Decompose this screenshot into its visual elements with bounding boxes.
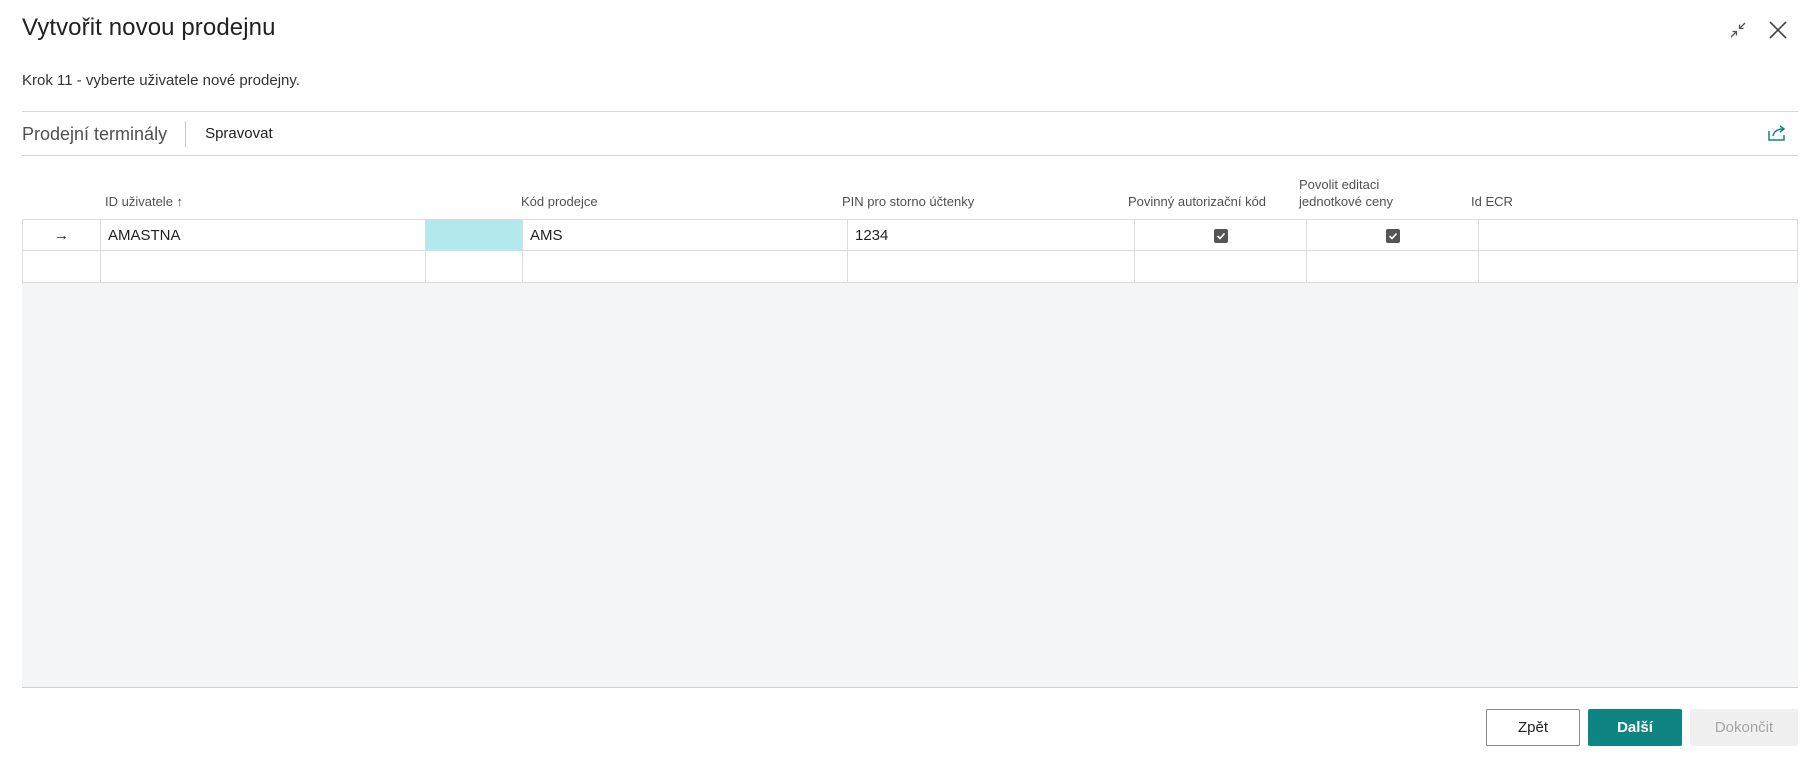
column-header-auth-code-required[interactable]: Povinný autorizační kód [1128,193,1266,210]
cell-ecr-id[interactable] [1479,220,1798,251]
column-header-ecr-id[interactable]: Id ECR [1471,193,1513,210]
column-header-allow-unit-price-edit[interactable]: Povolit editaci jednotkové ceny [1299,176,1393,210]
divider [22,155,1798,156]
finish-button: Dokončit [1690,709,1798,746]
cell-allow-unit-price-edit [1307,220,1479,251]
column-label-line: jednotkové ceny [1299,194,1393,209]
row-marker[interactable] [22,251,101,282]
column-label-line: Povolit editaci [1299,177,1380,192]
cell-ecr-id[interactable] [1479,251,1798,282]
cell-salesperson-code[interactable]: AMS [523,220,848,251]
back-button[interactable]: Zpět [1486,709,1580,746]
part-title: Prodejní terminály [22,120,187,147]
auth-code-required-checkbox[interactable] [1213,228,1228,243]
cell-allow-unit-price-edit[interactable] [1307,251,1479,282]
grid-header: ID uživatele ↑ Kód prodejce PIN pro stor… [22,169,1798,219]
next-button[interactable]: Další [1588,709,1682,746]
row-marker-arrow-icon[interactable]: → [22,220,101,251]
part-header: Prodejní terminály Spravovat [22,112,1798,155]
manage-action[interactable]: Spravovat [186,125,273,142]
cell-void-pin[interactable]: 1234 [848,220,1135,251]
close-icon[interactable] [1764,16,1792,44]
sort-ascending-icon: ↑ [176,194,184,209]
column-header-user-id[interactable]: ID uživatele ↑ [105,193,183,210]
table-row[interactable]: → AMASTNA AMS 1234 [22,219,1798,251]
allow-unit-price-edit-checkbox[interactable] [1385,228,1400,243]
share-icon[interactable] [1766,122,1790,146]
cell-user-lookup[interactable] [426,220,523,251]
cell-user-id[interactable]: AMASTNA [101,220,426,251]
divider [22,687,1798,688]
cell-salesperson-code[interactable] [523,251,848,282]
table-row[interactable] [22,251,1798,283]
step-text: Krok 11 - vyberte uživatele nové prodejn… [22,72,300,89]
column-header-salesperson-code[interactable]: Kód prodejce [521,193,598,210]
collapse-icon[interactable] [1724,16,1752,44]
column-label: ID uživatele [105,194,173,209]
window-controls [1724,16,1792,44]
cell-user-id[interactable] [101,251,426,282]
terminals-grid: ID uživatele ↑ Kód prodejce PIN pro stor… [22,169,1798,687]
dialog-title: Vytvořit novou prodejnu [22,14,276,41]
column-header-void-pin[interactable]: PIN pro storno účtenky [842,193,974,210]
cell-user-lookup[interactable] [426,251,523,282]
cell-auth-code-required [1135,220,1307,251]
cell-auth-code-required[interactable] [1135,251,1307,282]
cell-void-pin[interactable] [848,251,1135,282]
footer-actions: Zpět Další Dokončit [1486,709,1798,746]
